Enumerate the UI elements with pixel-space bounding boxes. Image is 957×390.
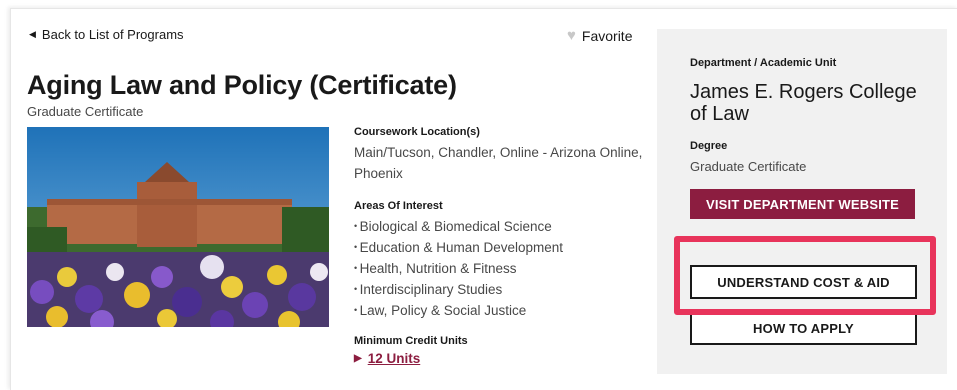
back-link[interactable]: ◀ Back to List of Programs (29, 27, 184, 42)
credits-label: Minimum Credit Units (354, 335, 468, 347)
heart-icon: ♥ (567, 27, 576, 44)
area-item: Biological & Biomedical Science (354, 216, 644, 237)
back-link-label: Back to List of Programs (41, 27, 184, 42)
areas-label: Areas Of Interest (354, 200, 443, 212)
location-label: Coursework Location(s) (354, 126, 480, 138)
areas-list: Biological & Biomedical Science Educatio… (354, 216, 644, 321)
cost-aid-button[interactable]: UNDERSTAND COST & AID (690, 265, 917, 299)
credits-link[interactable]: 12 Units (368, 351, 421, 366)
how-to-apply-button[interactable]: HOW TO APPLY (690, 311, 917, 345)
program-subtitle: Graduate Certificate (27, 104, 144, 119)
area-item: Interdisciplinary Studies (354, 279, 644, 300)
dept-label: Department / Academic Unit (690, 57, 837, 69)
area-item: Health, Nutrition & Fitness (354, 258, 644, 279)
sidebar-panel: Department / Academic Unit James E. Roge… (657, 29, 947, 374)
area-item: Law, Policy & Social Justice (354, 300, 644, 321)
degree-value: Graduate Certificate (690, 159, 807, 174)
favorite-button[interactable]: ♥ Favorite (567, 27, 632, 44)
degree-label: Degree (690, 140, 728, 152)
program-details: Coursework Location(s) Main/Tucson, Chan… (354, 126, 644, 366)
campus-photo (27, 127, 329, 327)
visit-department-button[interactable]: VISIT DEPARTMENT WEBSITE (690, 189, 915, 219)
location-value: Main/Tucson, Chandler, Online - Arizona … (354, 145, 643, 181)
dept-value: James E. Rogers College of Law (690, 81, 917, 125)
caret-left-icon: ◀ (29, 29, 36, 39)
caret-right-icon: ▶ (354, 353, 362, 364)
page-title: Aging Law and Policy (Certificate) (27, 70, 457, 100)
area-item: Education & Human Development (354, 237, 644, 258)
credits-toggle[interactable]: ▶ 12 Units (354, 351, 644, 366)
favorite-label: Favorite (581, 27, 633, 44)
